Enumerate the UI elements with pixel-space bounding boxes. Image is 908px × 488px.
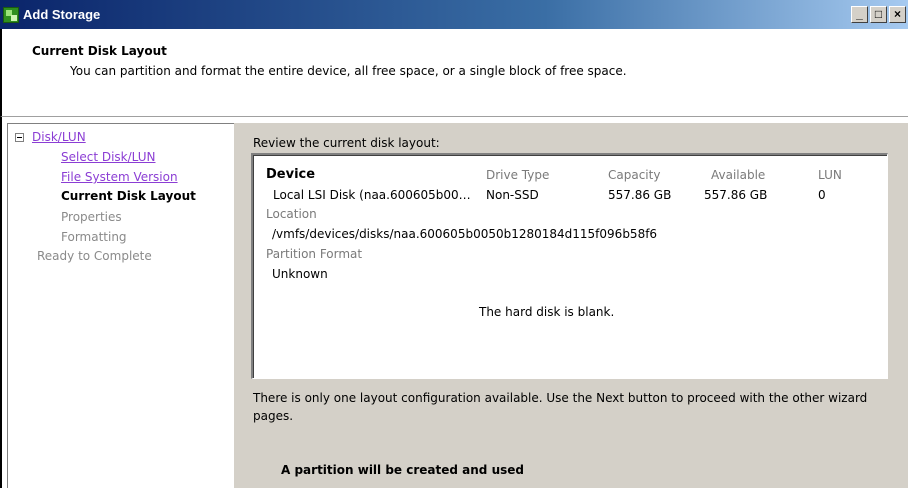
window-left-border [0,117,2,488]
nav-item-current-disk-layout: Current Disk Layout [61,189,196,203]
collapse-icon[interactable] [15,132,24,142]
nav-item-disk-lun[interactable]: Disk/LUN [15,130,86,144]
review-label: Review the current disk layout: [253,136,440,150]
page-description: You can partition and format the entire … [70,64,627,78]
title-bar: Add Storage _ □ × [0,0,908,29]
device-name-value: Local LSI Disk (naa.600605b00… [273,188,471,202]
page-title: Current Disk Layout [32,44,167,58]
disk-layout-panel: Device Drive Type Capacity Available LUN… [251,153,888,379]
window-controls: _ □ × [851,6,908,23]
close-button[interactable]: × [889,6,906,23]
drive-type-value: Non-SSD [486,188,539,202]
nav-item-label[interactable]: Disk/LUN [32,130,86,144]
partition-note: A partition will be created and used [281,463,524,477]
window-title: Add Storage [23,7,101,22]
available-value: 557.86 GB [704,188,768,202]
nav-item-ready-to-complete: Ready to Complete [37,249,152,263]
wizard-steps-nav: Disk/LUN Select Disk/LUN File System Ver… [7,123,234,488]
nav-item-file-system-version[interactable]: File System Version [61,170,178,184]
lun-value: 0 [818,188,826,202]
layout-info-text: There is only one layout configuration a… [253,391,868,423]
capacity-value: 557.86 GB [608,188,672,202]
location-label: Location [266,207,317,221]
wizard-content: Review the current disk layout: Device D… [234,123,908,488]
column-header-available: Available [711,168,766,182]
column-header-drive-type: Drive Type [486,168,550,182]
column-header-device: Device [266,167,316,182]
blank-disk-message: The hard disk is blank. [479,305,615,319]
nav-item-properties: Properties [61,210,122,224]
column-header-lun: LUN [818,168,842,182]
maximize-button[interactable]: □ [870,6,887,23]
add-storage-app-icon [3,7,19,23]
nav-item-select-disk-lun[interactable]: Select Disk/LUN [61,150,156,164]
column-header-capacity: Capacity [608,168,661,182]
location-value: /vmfs/devices/disks/naa.600605b0050b1280… [272,227,658,241]
partition-format-label: Partition Format [266,247,363,261]
wizard-header: Current Disk Layout You can partition an… [0,29,908,117]
nav-item-formatting: Formatting [61,230,127,244]
partition-format-value: Unknown [272,267,328,281]
minimize-button[interactable]: _ [851,6,868,23]
